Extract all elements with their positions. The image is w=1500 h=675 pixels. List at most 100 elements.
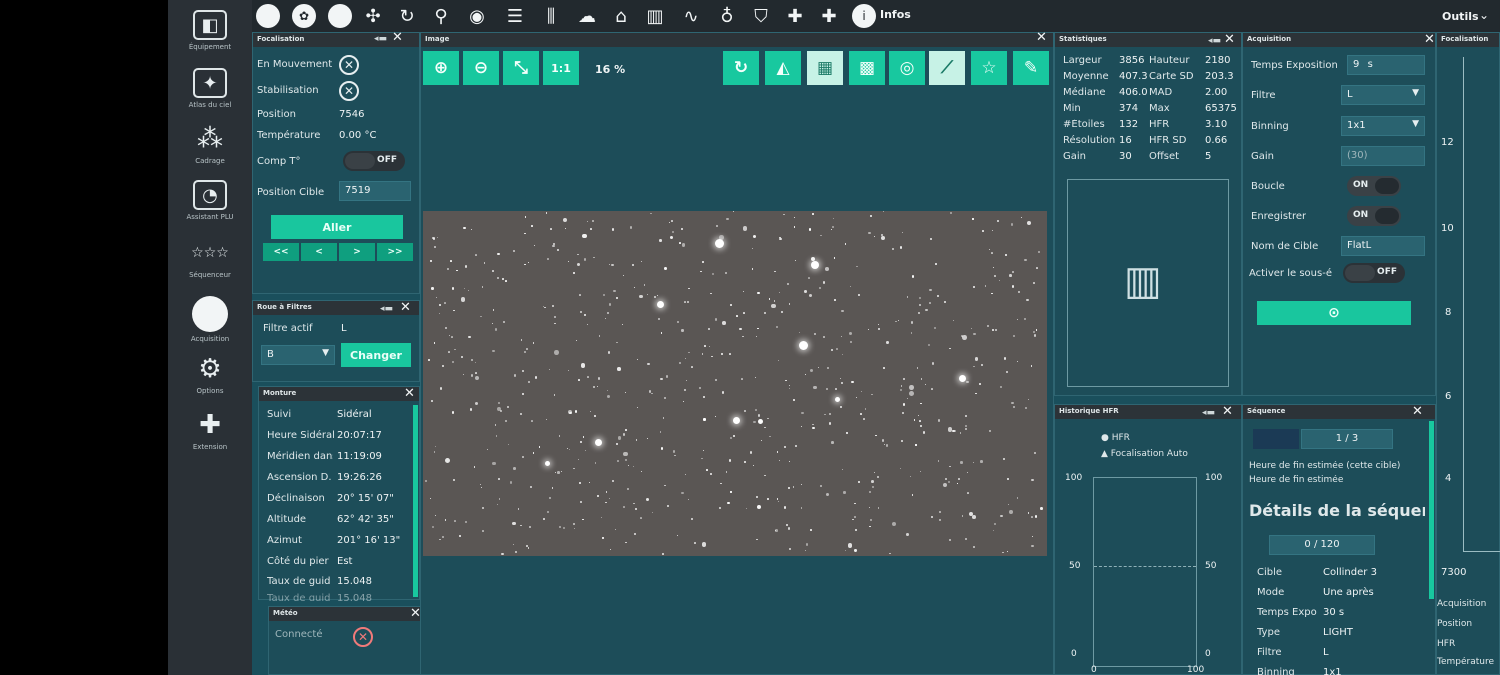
info-icon[interactable]: i xyxy=(852,4,876,28)
stat-label: Largeur xyxy=(1063,55,1102,66)
subsample-toggle[interactable]: OFF xyxy=(1343,263,1405,283)
star xyxy=(794,445,797,448)
star xyxy=(804,549,806,552)
filter-wheel-status-icon[interactable]: ✿ xyxy=(292,4,316,28)
plate-solve-button[interactable]: ✎ xyxy=(1013,51,1049,85)
safety-monitor-icon[interactable]: ⛉ xyxy=(748,3,774,29)
star-detection-button[interactable]: ▩ xyxy=(849,51,885,85)
camera-icon: ◧ xyxy=(193,10,227,40)
guider-status-icon[interactable]: ⚲ xyxy=(428,3,454,29)
monitor-bezel xyxy=(0,0,168,675)
filter-select[interactable]: B ▼ xyxy=(261,345,335,365)
camera-status-icon[interactable] xyxy=(256,4,280,28)
mount-scrollbar[interactable] xyxy=(413,405,418,597)
target-name-input[interactable]: FlatL xyxy=(1341,236,1425,256)
acq-filter-select[interactable]: L ▼ xyxy=(1341,85,1425,105)
toggle-knob xyxy=(1345,265,1375,281)
sequence-row-label: Filtre xyxy=(1257,647,1282,658)
nav-imaging[interactable]: Acquisition xyxy=(176,296,244,343)
dome-status-icon[interactable]: ◉ xyxy=(464,3,490,29)
star xyxy=(627,487,630,491)
sequence-scrollbar[interactable] xyxy=(1429,421,1434,599)
nav-flat-wizard[interactable]: ◔ Assistant PLU xyxy=(176,180,244,221)
flip-button[interactable]: ◭ xyxy=(765,51,801,85)
star xyxy=(965,425,968,428)
gain-input[interactable]: (30) xyxy=(1341,146,1425,166)
fit-to-screen-button[interactable]: ⤡ xyxy=(503,51,539,85)
star xyxy=(711,273,714,276)
zoom-in-button[interactable]: ⊕ xyxy=(423,51,459,85)
plugin-2-icon[interactable]: ✚ xyxy=(816,3,842,29)
star xyxy=(939,510,942,514)
statistics-status-icon[interactable]: ▥ xyxy=(642,3,668,29)
rotator-status-icon[interactable]: ↻ xyxy=(394,3,420,29)
star xyxy=(627,464,630,466)
star xyxy=(528,526,532,529)
nav-options[interactable]: ⚙ Options xyxy=(176,354,244,395)
nav-sequencer[interactable]: ☆☆☆ Séquenceur xyxy=(176,238,244,279)
star xyxy=(877,507,880,509)
bahtinov-button[interactable]: ⟋ xyxy=(929,51,965,85)
weather-panel: Météo Connecté ✕ xyxy=(268,606,426,675)
nav-extension[interactable]: ✚ Extension xyxy=(176,410,244,451)
graph-status-icon[interactable]: ∿ xyxy=(678,3,704,29)
focuser-status-icon[interactable]: ✣ xyxy=(360,3,386,29)
star xyxy=(1031,544,1034,548)
star xyxy=(637,406,639,409)
star xyxy=(1033,282,1035,284)
crosshair-grid-button[interactable]: ▦ xyxy=(807,51,843,85)
observatory-status-icon[interactable]: ⌂ xyxy=(608,3,634,29)
star xyxy=(524,263,526,266)
star xyxy=(672,450,675,453)
telescope-status-icon[interactable] xyxy=(328,4,352,28)
star xyxy=(437,236,439,239)
captured-star-image[interactable] xyxy=(423,211,1047,556)
plugin-icon[interactable]: ✚ xyxy=(782,3,808,29)
step-big-back-button[interactable]: << xyxy=(263,243,299,261)
stat-value: 407.3 xyxy=(1119,71,1148,82)
flat-panel-status-icon[interactable]: ♁ xyxy=(714,3,740,29)
target-button[interactable]: ◎ xyxy=(889,51,925,85)
step-big-forward-button[interactable]: >> xyxy=(377,243,413,261)
star xyxy=(788,547,792,551)
star xyxy=(453,309,455,312)
step-small-back-button[interactable]: < xyxy=(301,243,337,261)
list-status-icon[interactable]: ☰ xyxy=(502,3,528,29)
sequence-progress-block xyxy=(1253,429,1299,449)
switch-status-icon[interactable]: ⫼ xyxy=(538,3,564,29)
exposure-input[interactable]: 9 s xyxy=(1347,55,1425,75)
rotate-button[interactable]: ↻ xyxy=(723,51,759,85)
info-label[interactable]: Infos xyxy=(880,8,911,21)
nav-framing[interactable]: ⁂ Cadrage xyxy=(176,124,244,165)
star xyxy=(640,517,643,520)
change-filter-button[interactable]: Changer xyxy=(341,343,411,367)
tools-icon[interactable]: ⌄ xyxy=(1474,5,1494,25)
binning-select[interactable]: 1x1 ▼ xyxy=(1341,116,1425,136)
hfr-midline xyxy=(1094,566,1196,567)
target-position-input[interactable]: 7519 xyxy=(339,181,411,201)
step-small-forward-button[interactable]: > xyxy=(339,243,375,261)
nav-sky-atlas[interactable]: ✦ Atlas du ciel xyxy=(176,68,244,109)
star xyxy=(550,228,552,230)
zoom-one-to-one-button[interactable]: 1:1 xyxy=(543,51,579,85)
star xyxy=(878,328,880,330)
weather-status-icon[interactable]: ☁ xyxy=(574,3,600,29)
move-focuser-button[interactable]: Aller xyxy=(271,215,403,239)
star xyxy=(801,412,804,415)
nav-equipment[interactable]: ◧ Équipement xyxy=(176,10,244,51)
sequence-row-label: Cible xyxy=(1257,567,1283,578)
star xyxy=(498,497,501,500)
save-toggle[interactable]: ON xyxy=(1347,206,1401,226)
zoom-out-button[interactable]: ⊖ xyxy=(463,51,499,85)
loop-label: Boucle xyxy=(1251,181,1285,192)
star xyxy=(732,211,734,213)
start-capture-button[interactable]: ⊙ xyxy=(1257,301,1411,325)
star xyxy=(949,465,951,468)
puzzle-icon: ✚ xyxy=(199,410,221,440)
star-annotate-button[interactable]: ☆ xyxy=(971,51,1007,85)
star xyxy=(435,296,437,298)
tempcomp-toggle[interactable]: OFF xyxy=(343,151,405,171)
star xyxy=(538,446,541,448)
loop-toggle[interactable]: ON xyxy=(1347,176,1401,196)
star xyxy=(616,342,618,344)
